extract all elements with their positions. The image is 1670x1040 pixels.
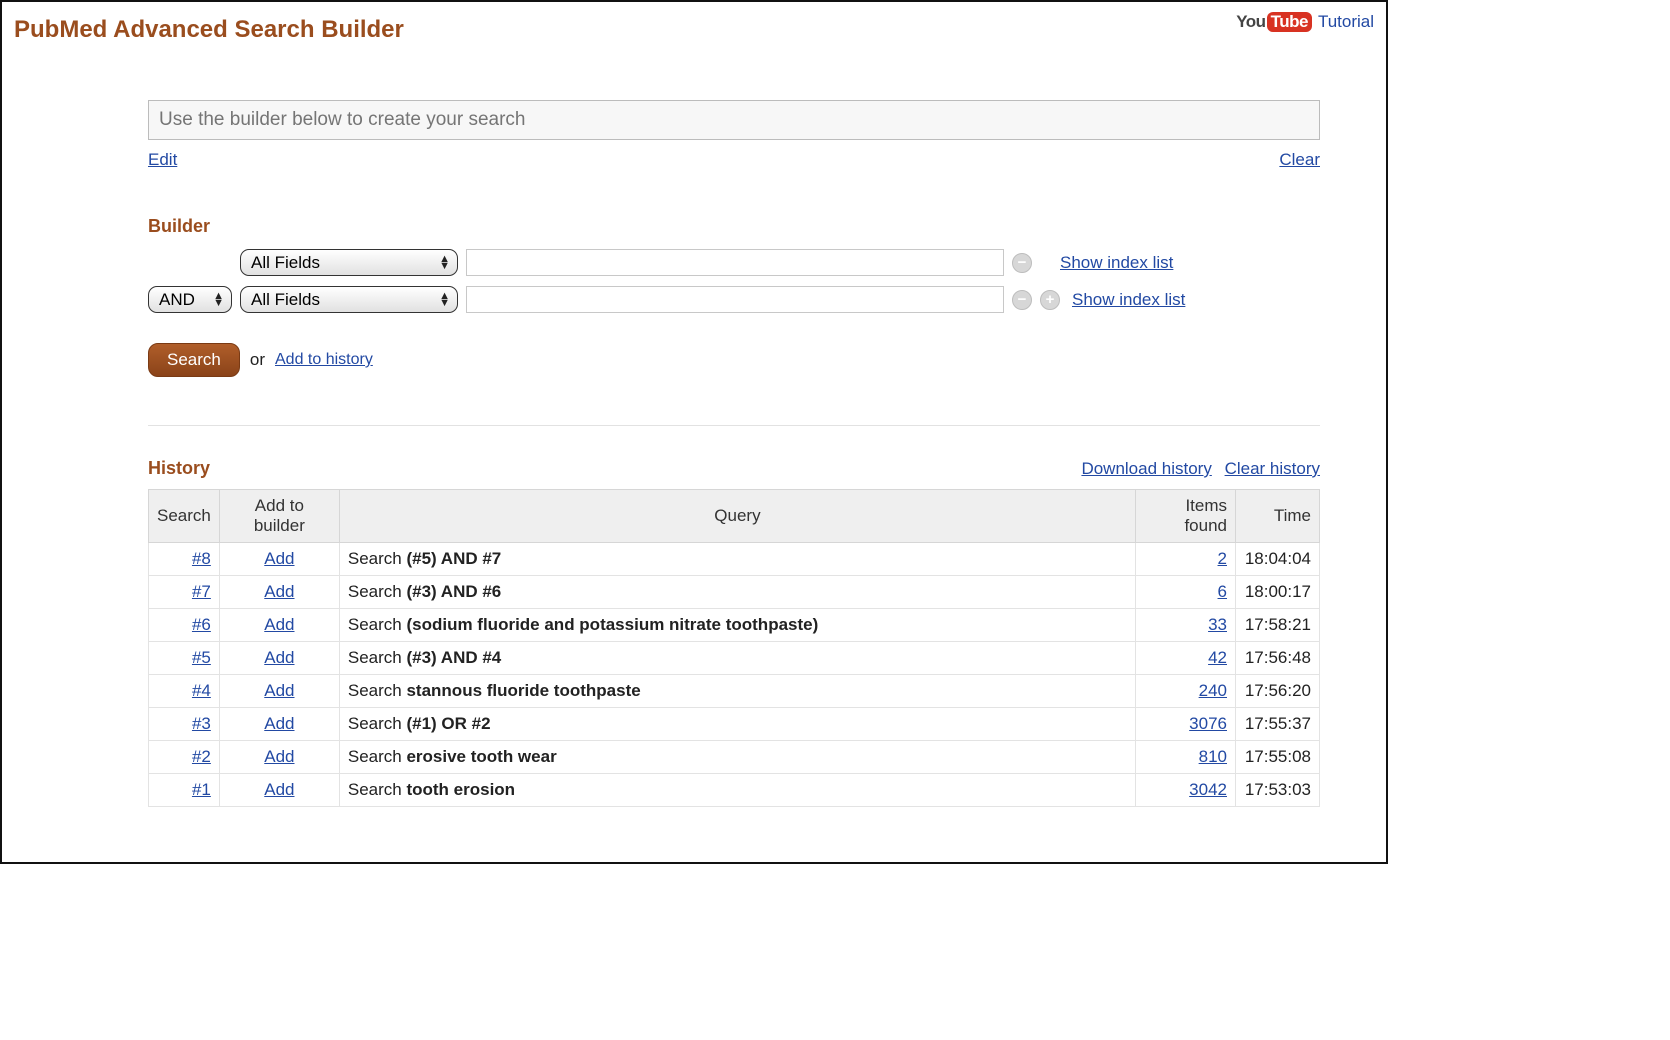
operator-select[interactable]: AND [148,286,232,313]
page-frame: PubMed Advanced Search Builder YouTube T… [0,0,1388,864]
time-cell: 17:58:21 [1236,609,1320,642]
edit-link[interactable]: Edit [148,150,177,170]
content: Edit Clear Builder All Fields ▲▼ − Show … [148,100,1320,807]
table-row: #2 Add Search erosive tooth wear 810 17:55:0… [149,741,1320,774]
term-input[interactable] [466,286,1004,313]
search-id-link[interactable]: #3 [192,714,211,733]
tutorial-block: YouTube Tutorial [1236,12,1374,32]
items-found-link[interactable]: 33 [1208,615,1227,634]
search-id-link[interactable]: #5 [192,648,211,667]
field-select[interactable]: All Fields [240,249,458,276]
items-found-link[interactable]: 810 [1199,747,1227,766]
add-to-builder-link[interactable]: Add [264,780,294,799]
col-time: Time [1236,490,1320,543]
history-header: History Download history Clear history [148,458,1320,479]
table-row: #1 Add Search tooth erosion 3042 17:53:03 [149,774,1320,807]
header: PubMed Advanced Search Builder YouTube T… [14,10,1374,44]
table-row: #6 Add Search (sodium fluoride and potassi… [149,609,1320,642]
or-text: or [250,350,265,370]
add-to-builder-link[interactable]: Add [264,582,294,601]
col-search: Search [149,490,220,543]
divider [148,425,1320,426]
tutorial-link[interactable]: Tutorial [1318,12,1374,32]
clear-history-link[interactable]: Clear history [1225,459,1320,478]
col-add: Add to builder [219,490,339,543]
search-button[interactable]: Search [148,343,240,377]
add-to-builder-link[interactable]: Add [264,714,294,733]
items-found-link[interactable]: 6 [1218,582,1227,601]
builder-row: AND ▲▼ All Fields ▲▼ − + Show index list [148,286,1320,313]
items-found-link[interactable]: 240 [1199,681,1227,700]
add-to-history-link[interactable]: Add to history [275,351,373,369]
download-history-link[interactable]: Download history [1081,459,1211,478]
table-row: #3 Add Search (#1) OR #2 3076 17:55:37 [149,708,1320,741]
table-row: #4 Add Search stannous fluoride toothpaste… [149,675,1320,708]
search-id-link[interactable]: #8 [192,549,211,568]
col-items: Items found [1136,490,1236,543]
history-links: Download history Clear history [1081,459,1320,479]
time-cell: 18:04:04 [1236,543,1320,576]
add-row-button[interactable]: + [1040,290,1060,310]
time-cell: 17:53:03 [1236,774,1320,807]
time-cell: 17:55:08 [1236,741,1320,774]
history-header-row: Search Add to builder Query Items found … [149,490,1320,543]
time-cell: 17:56:48 [1236,642,1320,675]
time-cell: 17:55:37 [1236,708,1320,741]
search-id-link[interactable]: #4 [192,681,211,700]
history-heading: History [148,458,210,479]
items-found-link[interactable]: 2 [1218,549,1227,568]
history-table: Search Add to builder Query Items found … [148,489,1320,807]
query-cell: Search (#3) AND #4 [339,642,1135,675]
add-to-builder-link[interactable]: Add [264,648,294,667]
query-box[interactable] [148,100,1320,140]
field-select[interactable]: All Fields [240,286,458,313]
search-id-link[interactable]: #1 [192,780,211,799]
table-row: #8 Add Search (#5) AND #7 2 18:04:04 [149,543,1320,576]
add-to-builder-link[interactable]: Add [264,549,294,568]
remove-row-button[interactable]: − [1012,290,1032,310]
show-index-link[interactable]: Show index list [1060,253,1173,273]
items-found-link[interactable]: 42 [1208,648,1227,667]
table-row: #7 Add Search (#3) AND #6 6 18:00:17 [149,576,1320,609]
search-id-link[interactable]: #7 [192,582,211,601]
add-to-builder-link[interactable]: Add [264,681,294,700]
time-cell: 18:00:17 [1236,576,1320,609]
query-cell: Search (sodium fluoride and potassium ni… [339,609,1135,642]
time-cell: 17:56:20 [1236,675,1320,708]
field-select-wrap: All Fields ▲▼ [240,286,458,313]
show-index-link[interactable]: Show index list [1072,290,1185,310]
clear-link[interactable]: Clear [1279,150,1320,170]
term-input[interactable] [466,249,1004,276]
items-found-link[interactable]: 3042 [1189,780,1227,799]
page-title: PubMed Advanced Search Builder [14,16,404,44]
search-id-link[interactable]: #2 [192,747,211,766]
query-cell: Search (#5) AND #7 [339,543,1135,576]
query-cell: Search stannous fluoride toothpaste [339,675,1135,708]
items-found-link[interactable]: 3076 [1189,714,1227,733]
builder-heading: Builder [148,216,1320,237]
operator-select-wrap: AND ▲▼ [148,286,232,313]
search-row: Search or Add to history [148,343,1320,377]
query-cell: Search tooth erosion [339,774,1135,807]
field-select-wrap: All Fields ▲▼ [240,249,458,276]
add-to-builder-link[interactable]: Add [264,615,294,634]
query-cell: Search (#3) AND #6 [339,576,1135,609]
table-row: #5 Add Search (#3) AND #4 42 17:56:48 [149,642,1320,675]
col-query: Query [339,490,1135,543]
remove-row-button[interactable]: − [1012,253,1032,273]
youtube-icon: YouTube [1236,12,1312,32]
query-cell: Search (#1) OR #2 [339,708,1135,741]
builder-row: All Fields ▲▼ − Show index list [148,249,1320,276]
add-to-builder-link[interactable]: Add [264,747,294,766]
query-box-links: Edit Clear [148,150,1320,170]
search-id-link[interactable]: #6 [192,615,211,634]
query-cell: Search erosive tooth wear [339,741,1135,774]
